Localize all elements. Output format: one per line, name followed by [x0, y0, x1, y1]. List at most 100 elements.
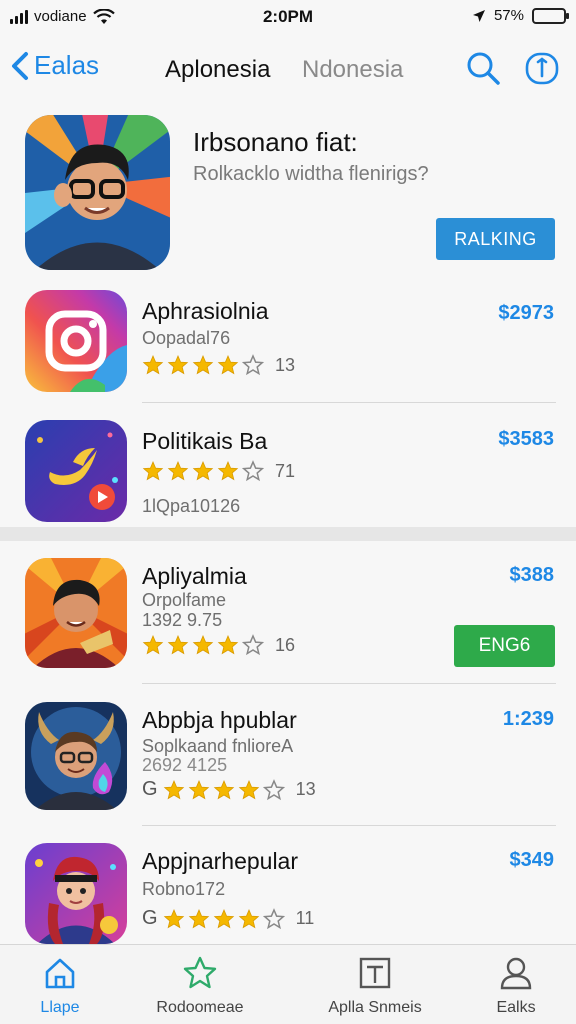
bird-app-icon[interactable]: [25, 420, 127, 522]
tab-label: Llape: [40, 999, 80, 1016]
rating-prefix: G: [142, 778, 158, 800]
battery-percent: 57%: [493, 7, 524, 24]
app-meta: 1lQpa10126: [142, 496, 241, 516]
app-meta: 1392 9.75: [142, 610, 223, 630]
star-filled-icon: [213, 779, 234, 799]
app-name: Aphrasiolnia: [142, 298, 269, 324]
app-price[interactable]: $3583: [498, 428, 554, 451]
app-name: Abpbja hpublar: [142, 707, 297, 733]
tab-home[interactable]: Llape: [0, 955, 132, 1017]
hero-app-icon[interactable]: [25, 843, 127, 944]
avatar-app-icon[interactable]: [25, 702, 127, 810]
star-rating: [142, 460, 264, 482]
star-filled-icon: [217, 354, 239, 375]
star-filled-icon: [188, 779, 209, 799]
featured-app-icon[interactable]: [25, 115, 170, 270]
star-filled-icon: [238, 908, 259, 928]
divider: [142, 683, 556, 684]
section-divider: [0, 527, 576, 541]
app-price[interactable]: $2973: [498, 302, 554, 325]
star-filled-icon: [142, 460, 164, 481]
app-price[interactable]: $388: [510, 564, 555, 587]
star-filled-icon: [188, 908, 209, 928]
app-rating: 13: [142, 354, 295, 376]
app-developer: Oopadal76: [142, 328, 231, 348]
star-filled-icon: [142, 634, 164, 655]
battery-icon: [532, 7, 569, 24]
home-icon: [45, 958, 75, 989]
app-developer: Orpolfame: [142, 590, 227, 610]
tab-bar: Llape Rodoomeae Aplla Snmeis Ealks: [0, 944, 576, 1024]
list-item[interactable]: Appjnarhepular Robno172 G 11 $349: [0, 843, 576, 944]
search-icon[interactable]: [465, 50, 501, 86]
apps-icon: [359, 957, 391, 989]
status-bar: vodiane 2:0PM 57%: [0, 0, 576, 34]
featured-title: Irbsonano fiat:: [193, 127, 358, 157]
star-icon: [183, 956, 217, 989]
ranking-button[interactable]: RALKING: [436, 218, 555, 260]
star-empty-icon: [262, 907, 285, 929]
divider: [142, 402, 556, 403]
star-filled-icon: [192, 354, 214, 375]
tab-label: Aplla Snmeis: [328, 999, 422, 1016]
list-item[interactable]: Apliyalmia Orpolfame 1392 9.75 16 $388 E…: [0, 558, 576, 683]
app-rating: G 13: [142, 778, 316, 801]
app-price[interactable]: 1:239: [503, 708, 554, 731]
star-filled-icon: [238, 779, 259, 799]
character-app-icon[interactable]: [25, 558, 127, 668]
rating-count: 16: [275, 634, 296, 655]
app-name: Politikais Ba: [142, 428, 268, 454]
star-rating: [163, 907, 285, 930]
app-name: Appjnarhepular: [142, 848, 299, 874]
rating-count: 13: [275, 354, 296, 375]
chevron-left-icon: [12, 51, 28, 80]
list-item[interactable]: Abpbja hpublar Soplkaand fnlioreA 2692 4…: [0, 702, 576, 822]
tab-label: Rodoomeae: [156, 999, 244, 1016]
back-label: Ealas: [34, 50, 100, 80]
person-icon: [500, 957, 532, 990]
star-filled-icon: [192, 460, 214, 481]
app-price[interactable]: $349: [510, 849, 555, 872]
star-rating: [142, 634, 264, 656]
app-name: Apliyalmia: [142, 563, 247, 589]
location-arrow-icon: [472, 9, 485, 22]
app-rating: 71: [142, 460, 295, 482]
star-empty-icon: [242, 634, 264, 656]
divider: [142, 825, 556, 826]
list-item[interactable]: Politikais Ba 71 1lQpa10126 $3583: [0, 420, 576, 525]
page-subtitle: Ndonesia: [302, 56, 404, 83]
star-filled-icon: [167, 354, 189, 375]
rating-count: 11: [295, 908, 315, 928]
star-filled-icon: [163, 779, 184, 799]
featured-card[interactable]: Irbsonano fiat: Rolkacklo widtha fleniri…: [0, 105, 576, 285]
star-rating: [142, 354, 264, 376]
rating-count: 13: [295, 779, 316, 799]
tab-apps[interactable]: Aplla Snmeis: [303, 955, 447, 1017]
star-filled-icon: [192, 634, 214, 655]
app-rating: G 11: [142, 907, 314, 930]
tab-featured[interactable]: Rodoomeae: [128, 955, 272, 1017]
star-filled-icon: [163, 908, 184, 928]
share-icon[interactable]: [524, 50, 560, 86]
star-empty-icon: [242, 460, 264, 482]
back-button[interactable]: Ealas: [10, 50, 99, 81]
rating-count: 71: [275, 460, 296, 481]
list-item[interactable]: Aphrasiolnia Oopadal76 13 $2973: [0, 290, 576, 402]
app-developer: Soplkaand fnlioreA: [142, 736, 294, 756]
featured-subtitle: Rolkacklo widtha flenirigs?: [193, 163, 429, 185]
app-meta: 2692 4125: [142, 755, 228, 775]
star-filled-icon: [217, 460, 239, 481]
star-empty-icon: [242, 354, 264, 376]
status-right: 57%: [472, 7, 569, 24]
app-rating: 16: [142, 634, 295, 656]
star-filled-icon: [213, 908, 234, 928]
camera-app-icon[interactable]: [25, 290, 127, 392]
page-title: Aplonesia: [165, 56, 271, 83]
tab-account[interactable]: Ealks: [444, 955, 576, 1017]
star-filled-icon: [217, 634, 239, 655]
star-filled-icon: [167, 634, 189, 655]
tab-label: Ealks: [496, 999, 536, 1016]
app-developer: Robno172: [142, 879, 226, 899]
get-button[interactable]: ENG6: [454, 625, 555, 667]
star-empty-icon: [262, 778, 285, 800]
